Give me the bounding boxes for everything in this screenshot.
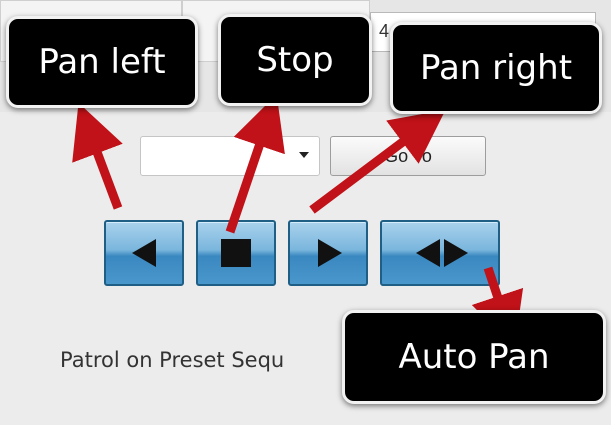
preset-select[interactable] bbox=[140, 136, 320, 176]
pan-left-callout: Pan left bbox=[6, 16, 198, 108]
auto-pan-callout: Auto Pan bbox=[342, 310, 606, 404]
stop-callout: Stop bbox=[218, 14, 372, 106]
pan-left-button[interactable] bbox=[104, 220, 184, 286]
pan-right-button[interactable] bbox=[288, 220, 368, 286]
patrol-preset-sequence-label: Patrol on Preset Sequ bbox=[60, 348, 285, 372]
right-arrow-part-icon bbox=[444, 239, 468, 267]
stop-button[interactable] bbox=[196, 220, 276, 286]
arrow-right-icon bbox=[318, 239, 342, 267]
left-arrow-part-icon bbox=[416, 239, 440, 267]
go-to-button[interactable]: Go To bbox=[330, 136, 486, 176]
auto-pan-button[interactable] bbox=[380, 220, 500, 286]
arrow-left-icon bbox=[132, 239, 156, 267]
stop-icon bbox=[221, 239, 251, 267]
chevron-down-icon bbox=[299, 152, 309, 158]
pan-right-callout: Pan right bbox=[390, 22, 602, 114]
